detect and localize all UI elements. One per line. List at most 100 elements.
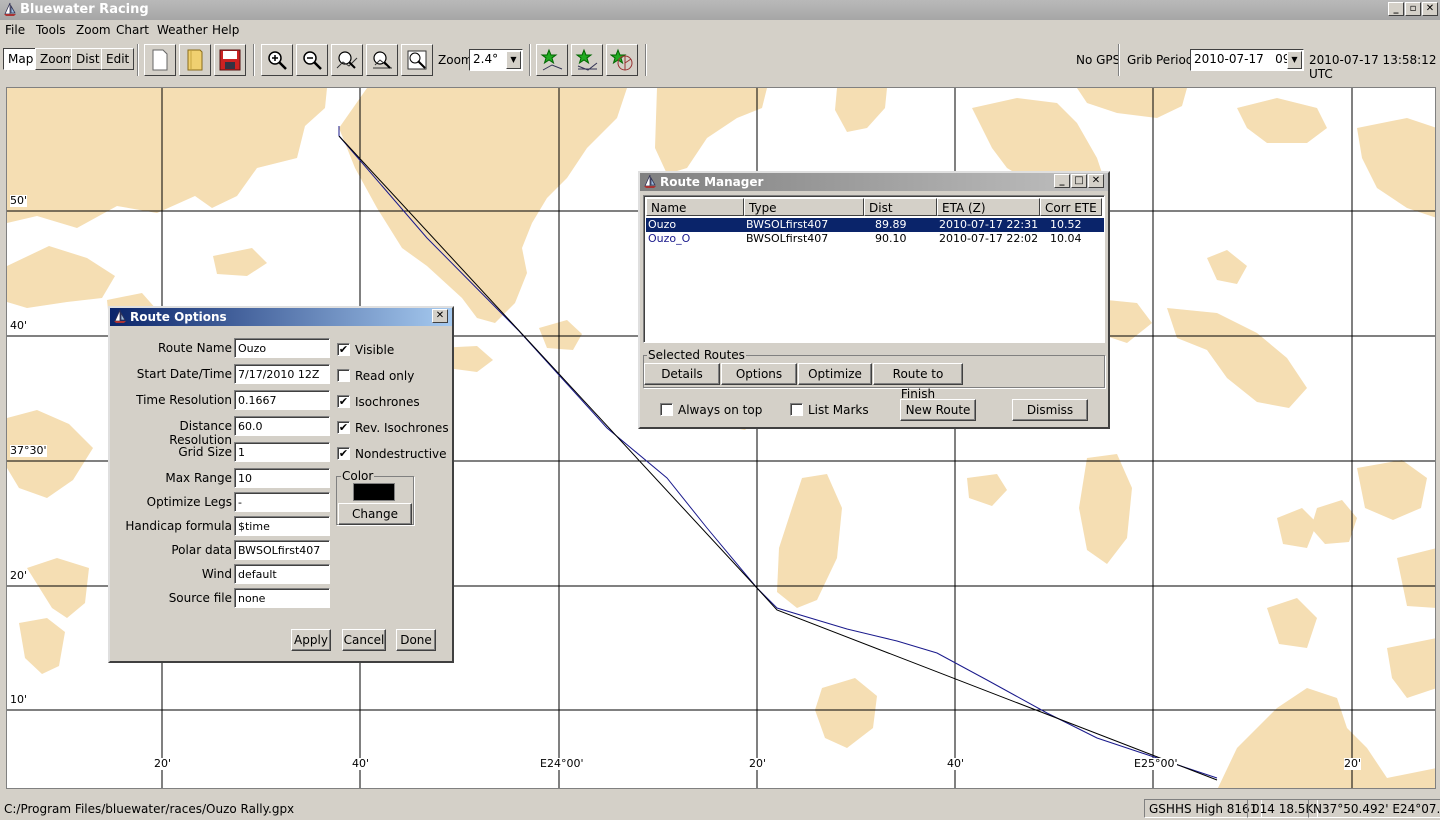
read-only-label: Read only	[355, 369, 415, 383]
zoom-window-button[interactable]	[401, 44, 433, 76]
start-datetime-label: Start Date/Time	[136, 367, 232, 381]
menu-weather[interactable]: Weather	[157, 23, 208, 37]
star-polar-icon	[610, 48, 633, 71]
max-range-label: Max Range	[165, 471, 232, 485]
route-list[interactable]: Name Type Dist ETA (Z) Corr ETE Ouzo BWS…	[643, 195, 1105, 343]
route-dist-cell: 89.89	[875, 218, 907, 231]
route-color-swatch	[353, 483, 395, 501]
nondestructive-checkbox[interactable]: ✔	[337, 447, 350, 460]
route-name-cell: Ouzo_O	[648, 232, 691, 245]
new-file-button[interactable]	[144, 44, 176, 76]
column-header-type[interactable]: Type	[744, 198, 864, 216]
column-header-eta[interactable]: ETA (Z)	[937, 198, 1040, 216]
menu-bar: File Tools Zoom Chart Weather Help	[0, 20, 1440, 40]
wind-field[interactable]: default	[234, 564, 330, 584]
distance-resolution-field[interactable]: 60.0	[234, 416, 330, 436]
dialog-title: Route Options	[130, 310, 227, 324]
visible-checkbox[interactable]: ✔	[337, 343, 350, 356]
window-title-bar: Bluewater Racing _ ▫ ✕	[0, 0, 1440, 20]
time-resolution-field[interactable]: 0.1667	[234, 390, 330, 410]
route-options-title-bar[interactable]: Route Options ✕	[110, 308, 452, 326]
max-range-field[interactable]: 10	[234, 468, 330, 488]
route-manager-title-bar[interactable]: Route Manager _ □ ✕	[640, 173, 1108, 191]
mode-dist-button[interactable]: Dist	[71, 48, 105, 70]
open-file-button[interactable]	[179, 44, 211, 76]
details-button[interactable]: Details	[644, 363, 720, 385]
lat-label: 20'	[10, 569, 28, 582]
restore-icon[interactable]: ▫	[1405, 2, 1421, 16]
optimize-button[interactable]: Optimize	[798, 363, 872, 385]
menu-file[interactable]: File	[5, 23, 25, 37]
options-button[interactable]: Options	[721, 363, 797, 385]
isochrones-checkbox[interactable]: ✔	[337, 395, 350, 408]
dismiss-button[interactable]: Dismiss	[1012, 399, 1088, 421]
change-color-button[interactable]: Change	[338, 503, 412, 525]
polar-data-label: Polar data	[171, 543, 232, 557]
optimize-legs-field[interactable]: -	[234, 492, 330, 512]
app-icon	[3, 2, 17, 20]
apply-button[interactable]: Apply	[291, 629, 331, 651]
rev-isochrones-checkbox[interactable]: ✔	[337, 421, 350, 434]
route-to-finish-button[interactable]: Route to Finish	[873, 363, 963, 401]
grid-size-field[interactable]: 1	[234, 442, 330, 462]
open-file-icon	[187, 49, 203, 71]
close-icon[interactable]: ✕	[1088, 174, 1104, 188]
list-marks-checkbox[interactable]	[790, 403, 803, 416]
polar-data-field[interactable]: BWSOLfirst407	[234, 540, 330, 560]
route-type-cell: BWSOLfirst407	[746, 232, 829, 245]
minimize-icon[interactable]: _	[1388, 2, 1404, 16]
minimize-icon[interactable]: _	[1054, 174, 1070, 188]
column-header-corr-ete[interactable]: Corr ETE	[1040, 198, 1102, 216]
table-row[interactable]: Ouzo_O BWSOLfirst407 90.10 2010-07-17 22…	[646, 232, 1104, 246]
toolbar: Map Zoom Dist Edit Zoom 2.4° ▼ No GPS Gr…	[0, 40, 1440, 81]
zoom-route-icon	[336, 51, 358, 69]
mode-map-button[interactable]: Map	[3, 48, 39, 70]
zoom-in-icon	[268, 51, 287, 70]
grib-periods-label: Grib Periods	[1127, 53, 1200, 67]
always-on-top-checkbox[interactable]	[660, 403, 673, 416]
grib-period-select[interactable]: 2010-07-17 09 Z ▼	[1190, 49, 1304, 71]
window-title: Bluewater Racing	[20, 2, 149, 17]
zoom-route-button[interactable]	[331, 44, 363, 76]
maximize-icon[interactable]: □	[1071, 174, 1087, 188]
cursor-position-readout: N37°50.492' E24°07.808'	[1308, 799, 1440, 818]
zoom-select[interactable]: 2.4° ▼	[469, 49, 523, 71]
menu-help[interactable]: Help	[212, 23, 239, 37]
column-header-name[interactable]: Name	[646, 198, 744, 216]
route-waypoint-button[interactable]	[571, 44, 603, 76]
read-only-checkbox[interactable]	[337, 369, 350, 382]
add-waypoint-button[interactable]	[536, 44, 568, 76]
table-row[interactable]: Ouzo BWSOLfirst407 89.89 2010-07-17 22:3…	[646, 218, 1104, 232]
star-waypoint-icon	[540, 48, 563, 71]
lat-label: 10'	[10, 693, 28, 706]
close-icon[interactable]: ✕	[432, 309, 448, 323]
mode-edit-button[interactable]: Edit	[101, 48, 135, 70]
start-datetime-field[interactable]: 7/17/2010 12Z	[234, 364, 330, 384]
zoom-out-button[interactable]	[296, 44, 328, 76]
route-name-field[interactable]: Ouzo	[234, 338, 330, 358]
zoom-chart-button[interactable]	[366, 44, 398, 76]
file-path: C:/Program Files/bluewater/races/Ouzo Ra…	[4, 802, 295, 816]
save-file-button[interactable]	[214, 44, 246, 76]
chevron-down-icon[interactable]: ▼	[1287, 51, 1302, 69]
polar-waypoint-button[interactable]	[606, 44, 638, 76]
zoom-in-button[interactable]	[261, 44, 293, 76]
coastline-status: GSHHS High 8161	[1144, 799, 1263, 818]
handicap-formula-field[interactable]: $time	[234, 516, 330, 536]
done-button[interactable]: Done	[396, 629, 436, 651]
zoom-window-icon	[407, 50, 427, 70]
source-file-field[interactable]: none	[234, 588, 330, 608]
column-header-dist[interactable]: Dist	[864, 198, 937, 216]
menu-chart[interactable]: Chart	[116, 23, 149, 37]
close-icon[interactable]: ✕	[1422, 2, 1438, 16]
chevron-down-icon[interactable]: ▼	[506, 51, 521, 69]
menu-tools[interactable]: Tools	[36, 23, 66, 37]
cancel-button[interactable]: Cancel	[342, 629, 386, 651]
grid-size-label: Grid Size	[178, 445, 232, 459]
new-route-button[interactable]: New Route	[900, 399, 976, 421]
lon-label: E24°00'	[540, 757, 584, 770]
zoom-chart-icon	[373, 51, 392, 69]
route-name-cell: Ouzo	[648, 218, 677, 231]
wind-label: Wind	[201, 567, 232, 581]
menu-zoom[interactable]: Zoom	[76, 23, 111, 37]
